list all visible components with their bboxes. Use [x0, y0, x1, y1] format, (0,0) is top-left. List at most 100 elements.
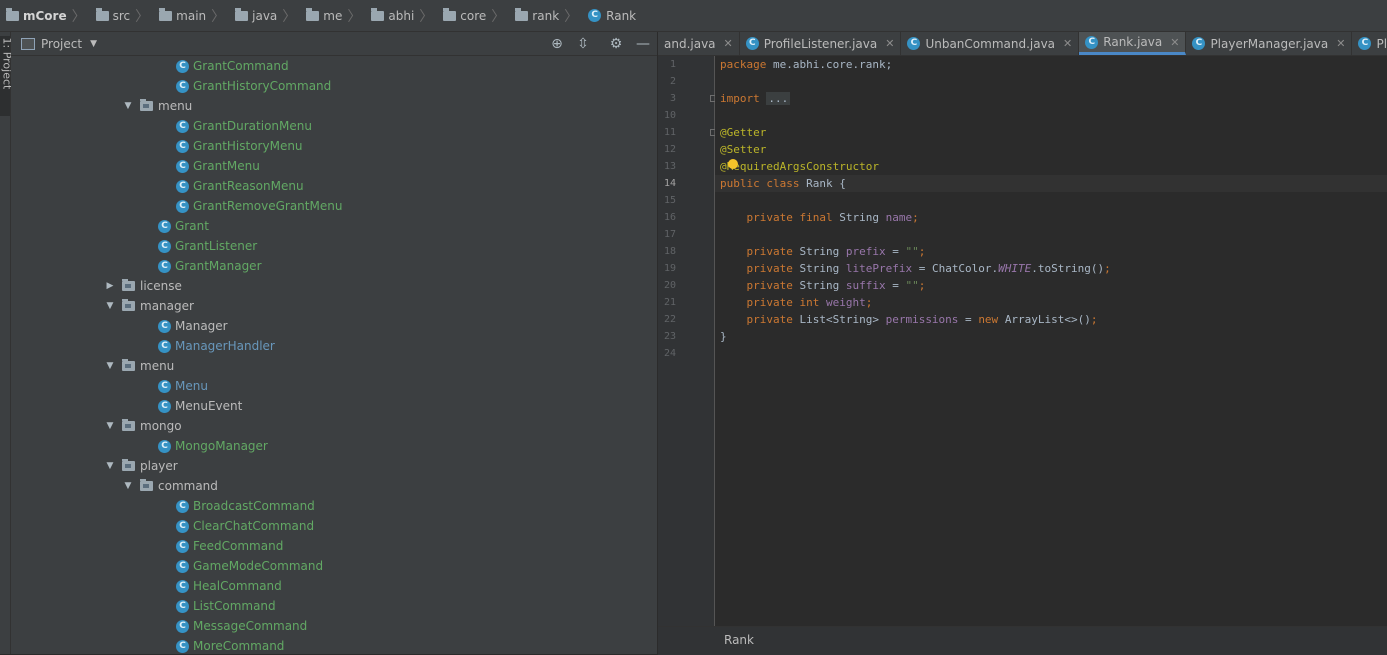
- intention-bulb-icon[interactable]: [728, 159, 738, 169]
- close-icon[interactable]: ✕: [885, 37, 894, 50]
- collapse-arrow-icon[interactable]: ▶: [104, 276, 116, 296]
- tree-class-grantreasonmenu[interactable]: C GrantReasonMenu: [176, 176, 304, 196]
- tree-class-grantcommand[interactable]: C GrantCommand: [176, 56, 289, 76]
- close-icon[interactable]: ✕: [1336, 37, 1345, 50]
- footer-class-label[interactable]: Rank: [724, 633, 754, 647]
- expand-arrow-icon[interactable]: ▼: [104, 296, 116, 316]
- line-number: 17: [663, 229, 676, 240]
- editor-tab-bar: and.java ✕ C ProfileListener.java ✕ C UnbanCom…: [658, 32, 1387, 56]
- expand-arrow-icon[interactable]: ▼: [104, 416, 116, 436]
- breadcrumb-label: java: [252, 8, 278, 23]
- code-token: private: [746, 245, 800, 258]
- tree-folder-player[interactable]: ▼ player: [104, 456, 178, 476]
- class-icon: C: [1358, 37, 1372, 50]
- code-line: private String suffix = "";: [720, 277, 926, 294]
- tree-class-mongomanager[interactable]: C MongoManager: [158, 436, 268, 456]
- project-tool-window-tab[interactable]: 1: Project: [0, 36, 14, 116]
- code-token: List<String>: [799, 313, 886, 326]
- editor-tab[interactable]: C PlayerListene: [1352, 32, 1387, 55]
- editor-tab[interactable]: C PlayerManager.java ✕: [1186, 32, 1353, 55]
- tree-item-label: ClearChatCommand: [193, 519, 315, 533]
- class-icon: C: [158, 339, 171, 353]
- tree-class-grantmanager[interactable]: C GrantManager: [158, 256, 262, 276]
- code-token: }: [720, 330, 727, 343]
- tree-class-menu[interactable]: C Menu: [158, 376, 208, 396]
- tree-folder-license[interactable]: ▶ license: [104, 276, 182, 296]
- tree-class-broadcastcommand[interactable]: C BroadcastCommand: [176, 496, 315, 516]
- expand-arrow-icon[interactable]: ▼: [104, 456, 116, 476]
- line-number: 13: [663, 161, 676, 172]
- breadcrumb-item[interactable]: src 〉: [92, 6, 156, 26]
- class-icon: C: [158, 379, 171, 393]
- line-number: 19: [663, 263, 676, 274]
- tree-item-label: HealCommand: [193, 579, 282, 593]
- breadcrumb-item[interactable]: C Rank: [584, 9, 636, 23]
- breadcrumb-item[interactable]: main 〉: [155, 6, 231, 26]
- gear-icon[interactable]: ⚙: [608, 36, 624, 52]
- breadcrumb-item[interactable]: abhi 〉: [367, 6, 439, 26]
- code-token: =: [885, 279, 906, 292]
- code-line: private String prefix = "";: [720, 243, 926, 260]
- close-icon[interactable]: ✕: [1063, 37, 1072, 50]
- breadcrumb-item[interactable]: me 〉: [302, 6, 367, 26]
- collapse-all-icon[interactable]: ⇳: [575, 36, 591, 52]
- project-panel-title[interactable]: Project: [41, 37, 82, 51]
- tree-folder-manager[interactable]: ▼ manager: [104, 296, 194, 316]
- editor-tab[interactable]: C UnbanCommand.java ✕: [901, 32, 1080, 55]
- chevron-right-icon: 〉: [282, 8, 297, 25]
- tree-class-grant[interactable]: C Grant: [158, 216, 209, 236]
- folder-icon: [306, 7, 320, 21]
- class-icon: C: [176, 499, 189, 513]
- tree-class-messagecommand[interactable]: C MessageCommand: [176, 616, 307, 636]
- breadcrumb-item[interactable]: mCore 〉: [2, 6, 92, 26]
- close-icon[interactable]: ✕: [724, 37, 733, 50]
- tree-folder-menu[interactable]: ▼ menu: [122, 96, 192, 116]
- tree-class-granthistorycommand[interactable]: C GrantHistoryCommand: [176, 76, 331, 96]
- code-token: me.abhi.core.rank;: [772, 58, 893, 71]
- breadcrumb-item[interactable]: rank 〉: [511, 6, 584, 26]
- tree-class-granthistorymenu[interactable]: C GrantHistoryMenu: [176, 136, 303, 156]
- tree-class-gamemodecommand[interactable]: C GameModeCommand: [176, 556, 323, 576]
- tree-class-grantmenu[interactable]: C GrantMenu: [176, 156, 260, 176]
- code-line: package me.abhi.core.rank;: [720, 56, 892, 73]
- editor-tab[interactable]: and.java ✕: [658, 32, 740, 55]
- tree-class-menuevent[interactable]: C MenuEvent: [158, 396, 242, 416]
- tree-class-feedcommand[interactable]: C FeedCommand: [176, 536, 283, 556]
- code-token: private: [746, 313, 800, 326]
- tree-class-managerhandler[interactable]: C ManagerHandler: [158, 336, 275, 356]
- editor-tab[interactable]: C Rank.java ✕: [1079, 32, 1187, 55]
- class-icon: C: [176, 599, 189, 613]
- tree-item-label: GrantManager: [175, 259, 262, 273]
- tree-folder-menu[interactable]: ▼ menu: [104, 356, 174, 376]
- class-icon: C: [158, 219, 171, 233]
- breadcrumb-item[interactable]: core 〉: [439, 6, 511, 26]
- code-token: "": [905, 279, 919, 292]
- tree-folder-mongo[interactable]: ▼ mongo: [104, 416, 182, 436]
- tree-class-healcommand[interactable]: C HealCommand: [176, 576, 282, 596]
- editor-tab[interactable]: C ProfileListener.java ✕: [740, 32, 902, 55]
- class-icon: C: [176, 519, 189, 533]
- hide-panel-icon[interactable]: —: [635, 36, 651, 52]
- tree-class-listcommand[interactable]: C ListCommand: [176, 596, 276, 616]
- tree-item-label: GrantDurationMenu: [193, 119, 312, 133]
- code-editor[interactable]: package me.abhi.core.rank; import ... @Get…: [715, 56, 1387, 626]
- expand-arrow-icon[interactable]: ▼: [104, 356, 116, 376]
- locate-target-icon[interactable]: ⊕: [549, 36, 565, 52]
- breadcrumb-item[interactable]: java 〉: [231, 6, 302, 26]
- tree-class-manager[interactable]: C Manager: [158, 316, 228, 336]
- expand-arrow-icon[interactable]: ▼: [122, 96, 134, 116]
- tree-class-grantremovegrantmenu[interactable]: C GrantRemoveGrantMenu: [176, 196, 342, 216]
- code-token: ;: [1090, 313, 1098, 326]
- chevron-down-icon[interactable]: ▼: [90, 39, 97, 49]
- tree-class-grantlistener[interactable]: C GrantListener: [158, 236, 257, 256]
- tree-class-clearchatcommand[interactable]: C ClearChatCommand: [176, 516, 314, 536]
- tree-class-morecommand[interactable]: C MoreCommand: [176, 636, 284, 654]
- class-icon: C: [1192, 37, 1206, 50]
- tree-class-grantdurationmenu[interactable]: C GrantDurationMenu: [176, 116, 312, 136]
- code-token: package: [720, 58, 773, 71]
- expand-arrow-icon[interactable]: ▼: [122, 476, 134, 496]
- close-icon[interactable]: ✕: [1170, 36, 1179, 49]
- editor-tab-label: and.java: [664, 36, 716, 51]
- class-icon: C: [176, 579, 189, 593]
- tree-folder-command[interactable]: ▼ command: [122, 476, 218, 496]
